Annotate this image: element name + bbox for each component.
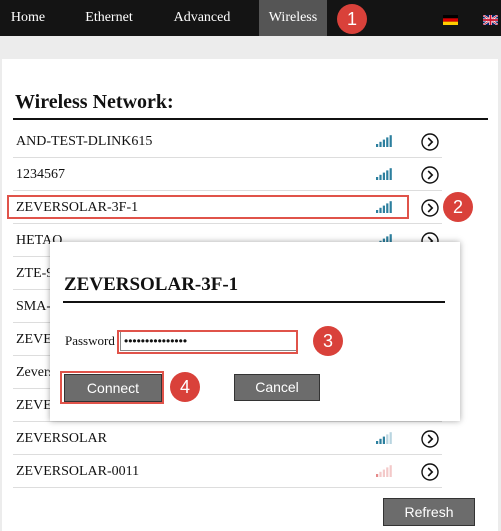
network-ssid: Zevers bbox=[16, 365, 55, 380]
chevron-circle-right-icon[interactable] bbox=[421, 463, 439, 481]
chevron-circle-right-icon[interactable] bbox=[421, 133, 439, 151]
network-row[interactable]: ZEVERSOLAR-0011 bbox=[13, 455, 442, 488]
network-ssid: 1234567 bbox=[16, 167, 65, 182]
chevron-circle-right-icon[interactable] bbox=[421, 199, 439, 217]
dialog-divider bbox=[63, 301, 445, 303]
network-row[interactable]: 1234567 bbox=[13, 158, 442, 191]
highlight-password bbox=[117, 330, 298, 354]
wifi-signal-icon bbox=[376, 168, 392, 180]
dialog-title: ZEVERSOLAR-3F-1 bbox=[64, 274, 239, 295]
network-ssid: ZEVERSOLAR-0011 bbox=[16, 464, 140, 479]
nav-ethernet[interactable]: Ethernet bbox=[70, 0, 148, 36]
network-ssid: ZEVE bbox=[16, 398, 52, 413]
highlight-selected-network bbox=[7, 195, 409, 219]
callout-3: 3 bbox=[313, 326, 343, 356]
password-label: Password bbox=[65, 333, 115, 348]
nav-advanced[interactable]: Advanced bbox=[160, 0, 244, 36]
network-row[interactable]: AND-TEST-DLINK615 bbox=[13, 125, 442, 158]
german-flag-icon[interactable] bbox=[443, 15, 458, 25]
uk-flag-icon[interactable] bbox=[483, 15, 498, 25]
nav-wireless[interactable]: Wireless bbox=[259, 0, 327, 36]
network-ssid: AND-TEST-DLINK615 bbox=[16, 134, 153, 149]
network-ssid: SMA- bbox=[16, 299, 52, 314]
callout-2: 2 bbox=[443, 192, 473, 222]
network-row[interactable]: ZEVERSOLAR bbox=[13, 422, 442, 455]
cancel-button[interactable]: Cancel bbox=[234, 374, 320, 401]
network-ssid: ZEVERSOLAR bbox=[16, 431, 107, 446]
wifi-signal-icon bbox=[376, 465, 392, 477]
wifi-signal-icon bbox=[376, 432, 392, 444]
chevron-circle-right-icon[interactable] bbox=[421, 166, 439, 184]
wifi-signal-icon bbox=[376, 135, 392, 147]
network-ssid: ZEVE bbox=[16, 332, 52, 347]
refresh-button[interactable]: Refresh bbox=[383, 498, 475, 526]
callout-4: 4 bbox=[170, 372, 200, 402]
network-ssid: ZTE-9 bbox=[16, 266, 54, 281]
highlight-connect bbox=[60, 371, 164, 404]
callout-1: 1 bbox=[337, 4, 367, 34]
nav-home[interactable]: Home bbox=[0, 0, 56, 36]
chevron-circle-right-icon[interactable] bbox=[421, 430, 439, 448]
top-nav: Home Ethernet Advanced Wireless bbox=[0, 0, 501, 36]
section-title: Wireless Network: bbox=[15, 91, 174, 113]
title-divider bbox=[13, 118, 488, 120]
